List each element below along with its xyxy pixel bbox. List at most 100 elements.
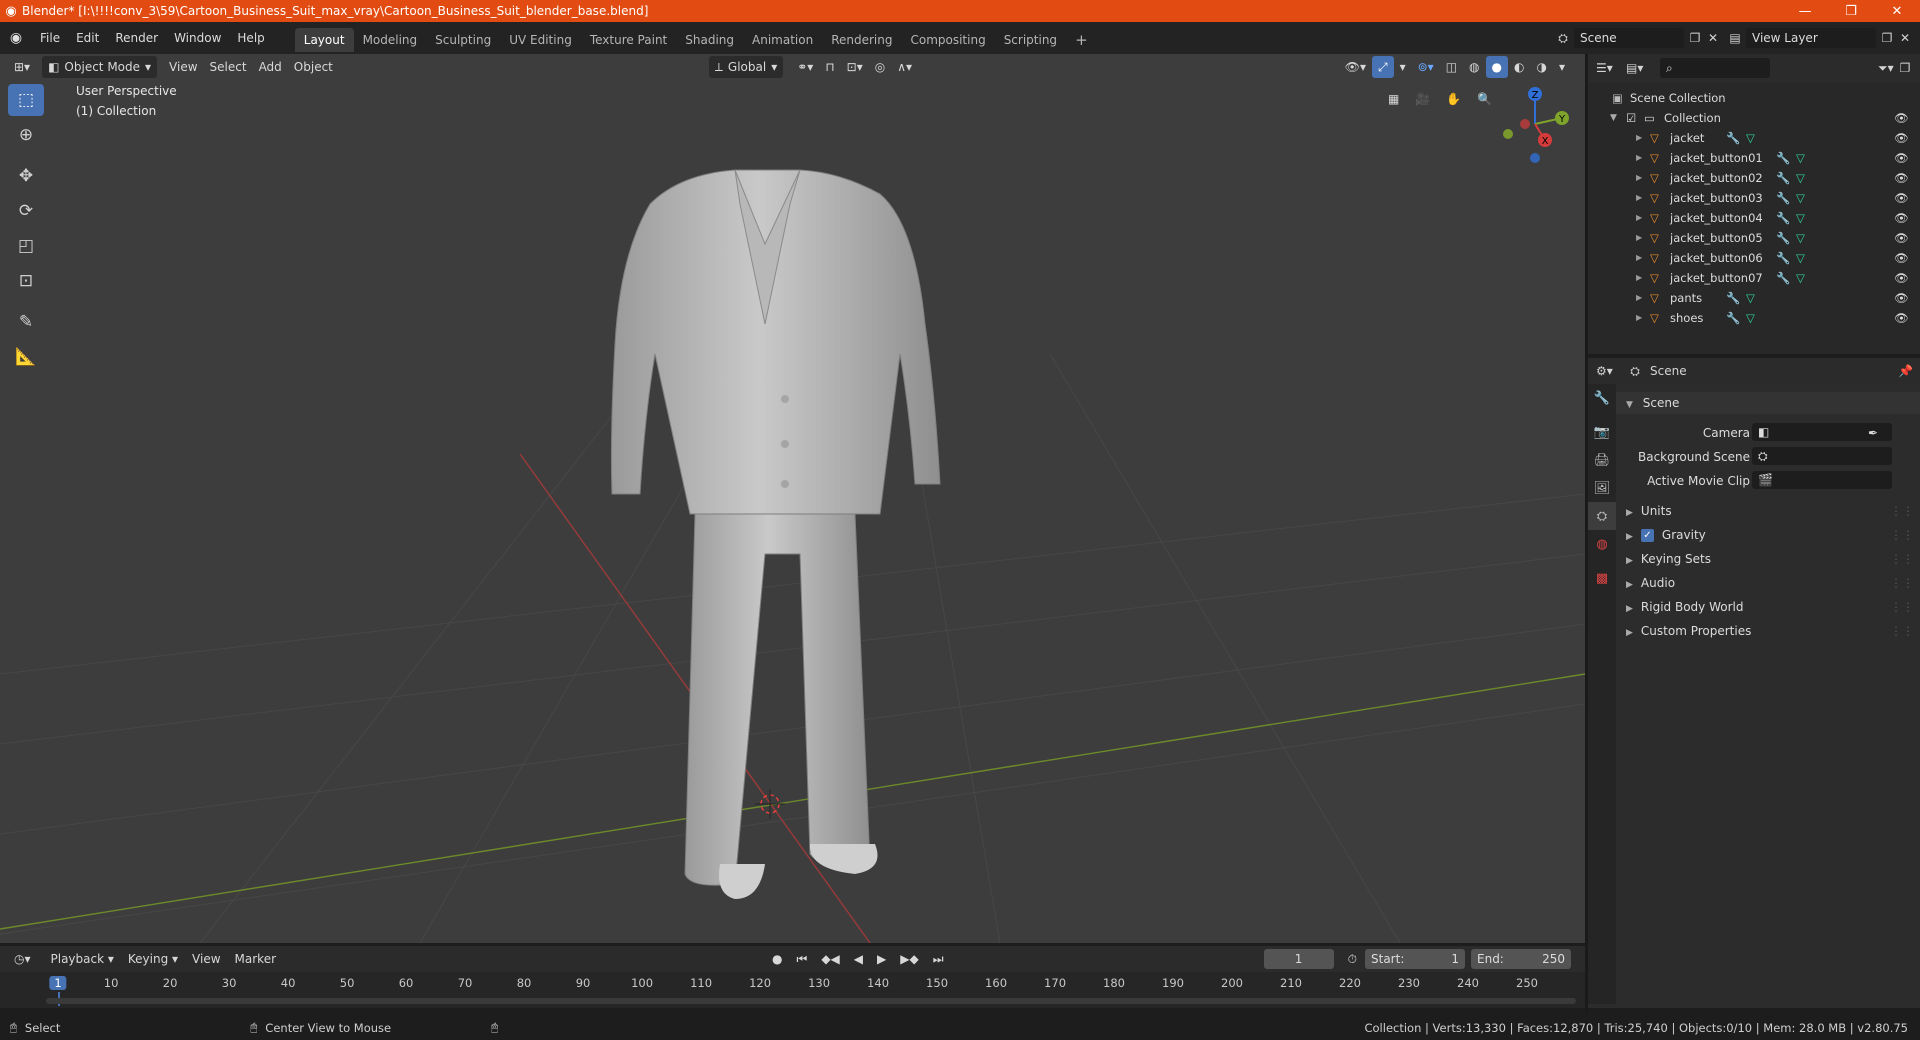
scale-icon[interactable]: ◰ [8,230,44,262]
new-view-layer-icon[interactable]: ❐ [1880,31,1894,45]
modifier-icon[interactable]: 🔧 [1776,268,1790,288]
transform-orientation-selector[interactable]: ⟂ Global ▾ [708,56,784,78]
world-tab-icon[interactable]: ◍ [1588,530,1616,558]
move-icon[interactable]: ✥ [8,160,44,192]
tab-shading[interactable]: Shading [676,28,743,52]
outliner-row-object[interactable]: ▶ ▽ jacket_button05 🔧 ▽ 👁 [1588,228,1920,248]
timeline-editor-icon[interactable]: ◷▾ [8,948,37,970]
tab-texture-paint[interactable]: Texture Paint [581,28,676,52]
tab-sculpting[interactable]: Sculpting [426,28,500,52]
pivot-icon[interactable]: ⚭▾ [791,56,819,78]
eye-icon[interactable]: 👁 [1894,268,1909,288]
modifier-icon[interactable]: 🔧 [1726,128,1740,148]
rendered-shading-icon[interactable]: ◑ [1530,56,1552,78]
timeline-track[interactable]: 1 10 20 30 40 50 60 70 80 90 100 110 120 130 140 150 160… [0,972,1585,1008]
tab-scripting[interactable]: Scripting [995,28,1066,52]
properties-section[interactable]: ▶ Keying Sets ⋮⋮ [1616,548,1920,570]
snap-target-icon[interactable]: ⊡▾ [841,56,869,78]
modifier-icon[interactable]: 🔧 [1776,248,1790,268]
outliner-row-collection[interactable]: ▼ ☑ ▭ Collection 👁 [1588,108,1920,128]
properties-section[interactable]: ▶ Rigid Body World ⋮⋮ [1616,596,1920,618]
tab-rendering[interactable]: Rendering [822,28,901,52]
close-button[interactable]: ✕ [1874,0,1920,22]
outliner-search-field[interactable]: ⌕ [1660,58,1770,78]
menu-object[interactable]: Object [288,56,339,78]
mesh-data-icon[interactable]: ▽ [1796,228,1805,248]
xray-icon[interactable]: ◫ [1440,56,1463,78]
eye-icon[interactable]: 👁 [1894,228,1909,248]
play-reverse-icon[interactable]: ◀ [848,948,869,970]
mesh-data-icon[interactable]: ▽ [1796,248,1805,268]
expand-arrow-icon[interactable]: ▶ [1636,208,1642,228]
outliner-row-object[interactable]: ▶ ▽ jacket_button04 🔧 ▽ 👁 [1588,208,1920,228]
eye-icon[interactable]: 👁 [1894,188,1909,208]
expand-arrow-icon[interactable]: ▶ [1636,128,1642,148]
expand-arrow-icon[interactable]: ▶ [1636,268,1642,288]
area-divider[interactable] [1585,54,1588,1014]
outliner-row-object[interactable]: ▶ ▽ jacket_button07 🔧 ▽ 👁 [1588,268,1920,288]
outliner-editor-icon[interactable]: ☰▾ [1596,61,1613,75]
tab-compositing[interactable]: Compositing [901,28,994,52]
texture-tab-icon[interactable]: ▩ [1588,564,1616,592]
outliner-row-object[interactable]: ▶ ▽ jacket 🔧 ▽ 👁 [1588,128,1920,148]
outliner-row-object[interactable]: ▶ ▽ jacket_button03 🔧 ▽ 👁 [1588,188,1920,208]
jump-start-icon[interactable]: ⏮ [791,948,814,970]
transform-icon[interactable]: ⊡ [8,265,44,297]
modifier-icon[interactable]: 🔧 [1776,208,1790,228]
expand-arrow-icon[interactable]: ▶ [1636,148,1642,168]
menu-add[interactable]: Add [253,56,288,78]
active-movie-clip-field[interactable]: 🎬 [1752,471,1892,489]
3d-viewport[interactable]: ⊞▾ ◧ Object Mode ▾ View Select Add Objec… [0,54,1585,943]
mesh-data-icon[interactable]: ▽ [1796,148,1805,168]
eye-icon[interactable]: 👁 [1894,128,1909,148]
add-workspace-button[interactable]: + [1066,28,1097,52]
view-layer-icon[interactable]: ▤ [1728,31,1742,45]
proportional-edit-icon[interactable]: ◎ [869,56,891,78]
expand-arrow-icon[interactable]: ▶ [1636,188,1642,208]
gizmo-toggle-icon[interactable]: ⤢ [1371,56,1394,78]
expand-arrow-icon[interactable]: ▼ [1610,108,1617,128]
eye-icon[interactable]: 👁 [1894,308,1909,328]
tab-uv-editing[interactable]: UV Editing [500,28,581,52]
expand-arrow-icon[interactable]: ▶ [1636,288,1642,308]
menu-window[interactable]: Window [166,27,229,49]
eye-icon[interactable]: 👁 [1894,208,1909,228]
pan-view-icon[interactable]: ✋ [1440,88,1467,110]
new-scene-icon[interactable]: ❐ [1688,31,1702,45]
properties-editor-icon[interactable]: ⚙▾ [1596,364,1613,378]
blender-menu-icon[interactable]: ◉ [0,30,32,46]
end-frame-field[interactable]: End: 250 [1471,949,1571,969]
modifier-icon[interactable]: 🔧 [1726,308,1740,328]
cursor-icon[interactable]: ⊕ [8,119,44,151]
mesh-data-icon[interactable]: ▽ [1796,268,1805,288]
modifier-icon[interactable]: 🔧 [1776,168,1790,188]
mode-selector[interactable]: ◧ Object Mode ▾ [42,56,158,78]
gizmo-dropdown-icon[interactable]: ▾ [1394,56,1412,78]
eye-icon[interactable]: 👁 [1894,248,1909,268]
scene-panel-header[interactable]: ▼ Scene [1616,392,1920,414]
menu-playback[interactable]: Playback ▾ [45,948,120,970]
menu-view[interactable]: View [163,56,203,78]
menu-help[interactable]: Help [229,27,272,49]
properties-section[interactable]: ▶ Units ⋮⋮ [1616,500,1920,522]
outliner-row-object[interactable]: ▶ ▽ jacket_button02 🔧 ▽ 👁 [1588,168,1920,188]
menu-edit[interactable]: Edit [68,27,107,49]
navigation-gizmo[interactable]: Z Y X [1490,84,1570,164]
tab-layout[interactable]: Layout [294,28,354,52]
scene-tab-icon[interactable]: ⛭ [1588,502,1616,530]
play-icon[interactable]: ▶ [871,948,892,970]
pin-icon[interactable]: 📌 [1898,364,1913,378]
modifier-icon[interactable]: 🔧 [1776,148,1790,168]
select-box-icon[interactable]: ⬚ [8,84,44,116]
view-layer-tab-icon[interactable]: 🖼 [1588,474,1616,502]
drag-handle-icon[interactable]: ⋮⋮ [1890,548,1914,570]
jump-end-icon[interactable]: ⏭ [927,948,950,970]
output-tab-icon[interactable]: 🖨 [1588,446,1616,474]
outliner-row-object[interactable]: ▶ ▽ pants 🔧 ▽ 👁 [1588,288,1920,308]
eye-icon[interactable]: 👁 [1894,108,1909,128]
drag-handle-icon[interactable]: ⋮⋮ [1890,620,1914,642]
filter-icon[interactable]: ⏷▾ [1878,61,1894,76]
start-frame-field[interactable]: Start: 1 [1365,949,1465,969]
expand-arrow-icon[interactable]: ▶ [1636,308,1642,328]
modifier-icon[interactable]: 🔧 [1776,188,1790,208]
